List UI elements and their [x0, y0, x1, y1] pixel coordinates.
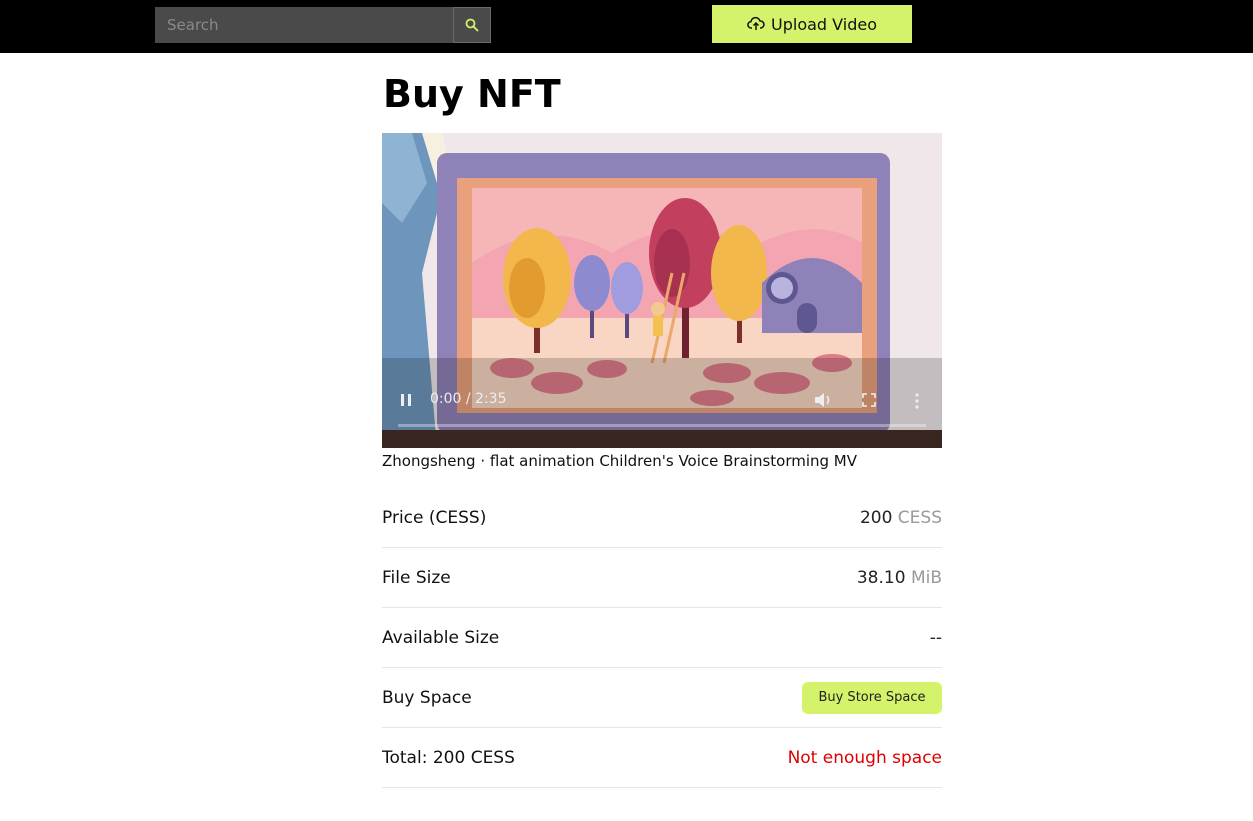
available-size-value: --	[929, 627, 942, 648]
buy-space-row: Buy Space Buy Store Space	[382, 668, 942, 728]
file-size-value: 38.10	[856, 567, 906, 588]
cloud-upload-icon	[747, 16, 765, 30]
search-bar	[155, 7, 491, 43]
total-group: Total: 200 CESS	[382, 748, 515, 768]
main-content: Buy NFT 0:00 / 2:35 Zhongsheng · flat an…	[382, 53, 942, 788]
total-label: Total:	[382, 747, 428, 768]
file-size-value-group: 38.10 MiB	[857, 568, 942, 588]
total-value: 200 CESS	[432, 747, 515, 768]
more-options-icon[interactable]	[914, 393, 920, 409]
video-controls: 0:00 / 2:35	[382, 385, 942, 427]
search-button[interactable]	[453, 7, 491, 43]
price-row: Price (CESS) 200 CESS	[382, 488, 942, 548]
search-icon	[465, 18, 479, 32]
space-status: Not enough space	[787, 747, 942, 768]
top-navbar: Upload Video	[0, 0, 1253, 53]
file-size-label: File Size	[382, 567, 451, 588]
price-value: 200	[859, 507, 893, 528]
fullscreen-icon[interactable]	[862, 393, 876, 407]
pause-icon[interactable]	[400, 393, 412, 407]
video-time: 0:00 / 2:35	[430, 391, 507, 407]
available-size-row: Available Size --	[382, 608, 942, 668]
buy-store-space-button[interactable]: Buy Store Space	[802, 681, 942, 714]
buy-space-label: Buy Space	[382, 687, 472, 708]
available-size-label: Available Size	[382, 627, 500, 648]
upload-video-label: Upload Video	[771, 14, 877, 34]
purchase-details: Price (CESS) 200 CESS File Size 38.10 Mi…	[382, 488, 942, 788]
search-input[interactable]	[155, 7, 453, 43]
video-caption: Zhongsheng · flat animation Children's V…	[382, 452, 858, 470]
volume-icon[interactable]	[814, 392, 832, 408]
file-size-row: File Size 38.10 MiB	[382, 548, 942, 608]
price-unit: CESS	[897, 507, 942, 528]
page-title: Buy NFT	[383, 72, 561, 116]
price-value-group: 200 CESS	[860, 508, 942, 528]
upload-video-button[interactable]: Upload Video	[712, 5, 912, 43]
file-size-unit: MiB	[910, 567, 942, 588]
total-row: Total: 200 CESS Not enough space	[382, 728, 942, 788]
video-progress-track[interactable]	[398, 424, 926, 427]
price-label: Price (CESS)	[382, 507, 487, 528]
video-player[interactable]: 0:00 / 2:35	[382, 133, 942, 448]
